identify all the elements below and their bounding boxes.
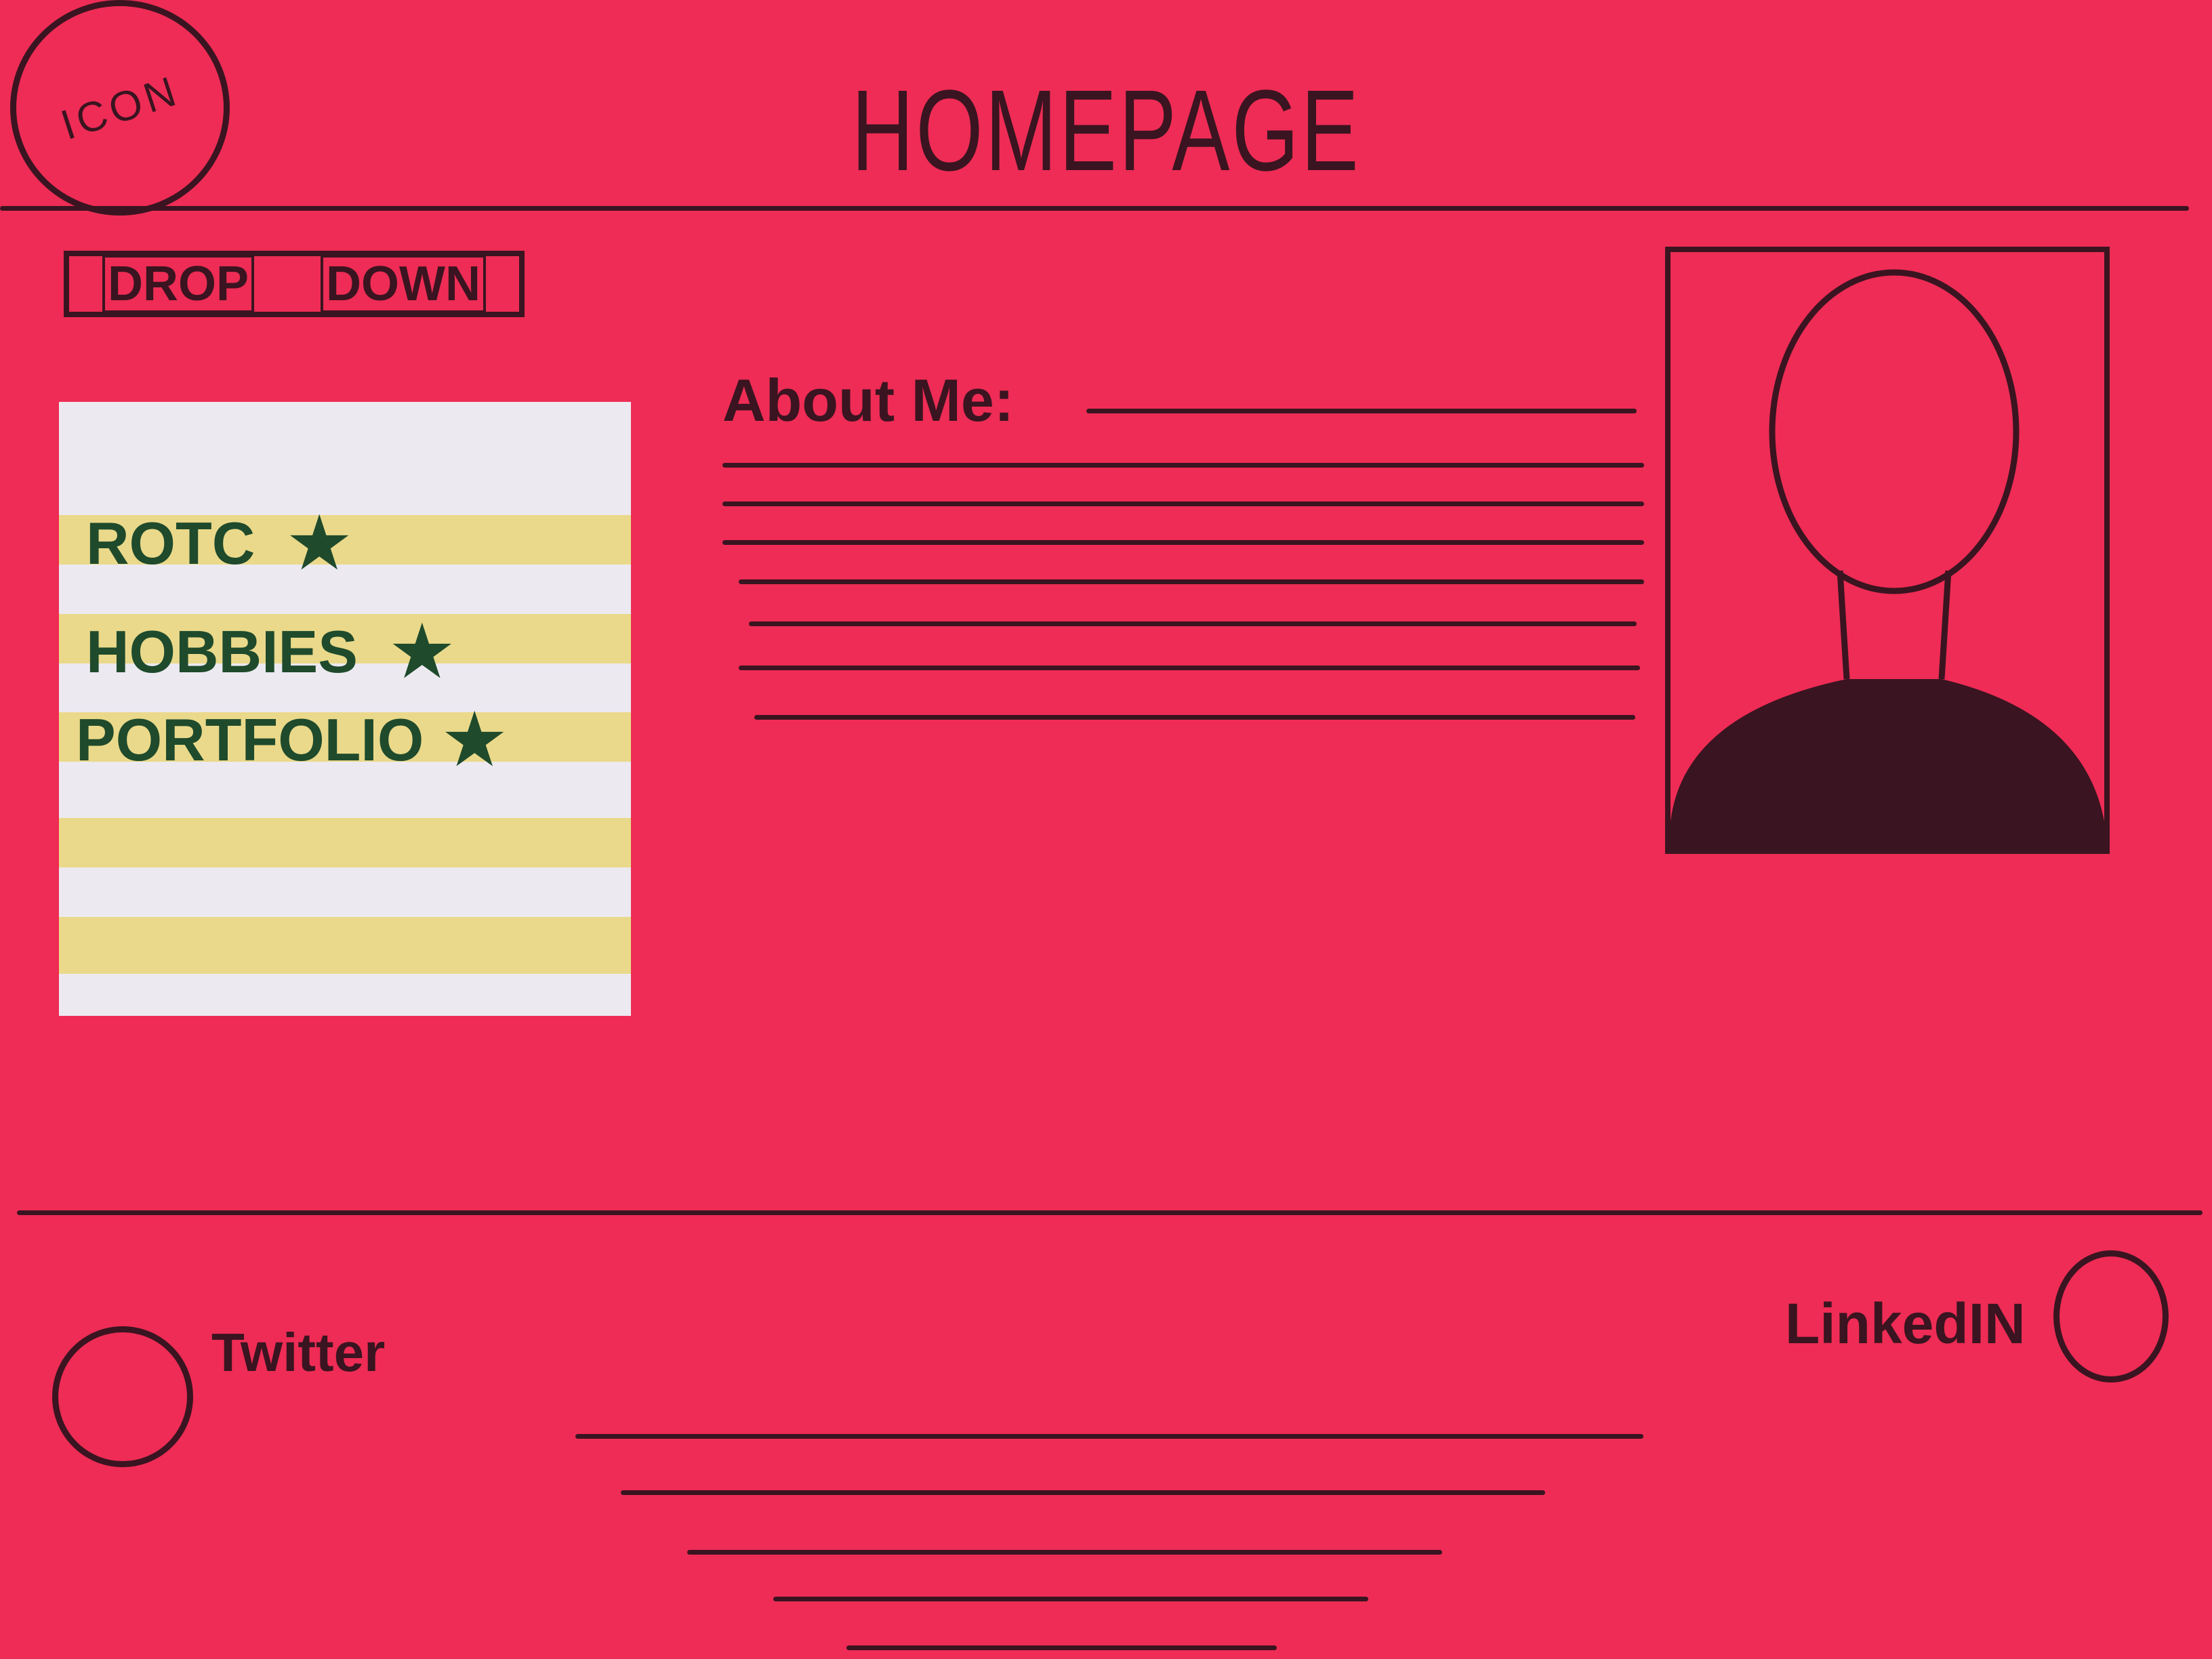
side-menu: ROTC ★ HOBBIES ★ PORTFOLIO ★ xyxy=(59,402,631,1016)
dropdown-button[interactable]: DROP DOWN xyxy=(64,251,525,317)
page-title: HOMEPAGE xyxy=(851,66,1361,195)
menu-item-label: HOBBIES xyxy=(86,617,358,685)
star-icon: ★ xyxy=(444,702,505,778)
menu-item-hobbies[interactable]: HOBBIES ★ xyxy=(86,612,453,691)
menu-item-label: ROTC xyxy=(86,509,255,577)
menu-item-label: PORTFOLIO xyxy=(76,705,424,773)
linkedin-link[interactable]: LinkedIN xyxy=(1785,1291,2026,1357)
menu-item-portfolio[interactable]: PORTFOLIO ★ xyxy=(76,700,505,779)
profile-photo xyxy=(1665,247,2110,854)
menu-item-rotc[interactable]: ROTC ★ xyxy=(86,504,350,583)
twitter-link[interactable]: Twitter xyxy=(211,1322,385,1384)
linkedin-icon[interactable] xyxy=(2053,1250,2169,1382)
header-divider xyxy=(0,206,2189,211)
star-icon: ★ xyxy=(391,614,453,690)
star-icon: ★ xyxy=(289,506,350,581)
logo-label: ICON xyxy=(55,66,185,149)
logo-icon[interactable]: ICON xyxy=(10,0,230,216)
dropdown-label: DROP xyxy=(102,255,255,313)
person-icon xyxy=(1671,269,2104,848)
footer-divider xyxy=(17,1210,2203,1215)
about-heading: About Me: xyxy=(722,367,1015,434)
twitter-icon[interactable] xyxy=(52,1326,193,1467)
dropdown-label: DOWN xyxy=(321,255,486,313)
